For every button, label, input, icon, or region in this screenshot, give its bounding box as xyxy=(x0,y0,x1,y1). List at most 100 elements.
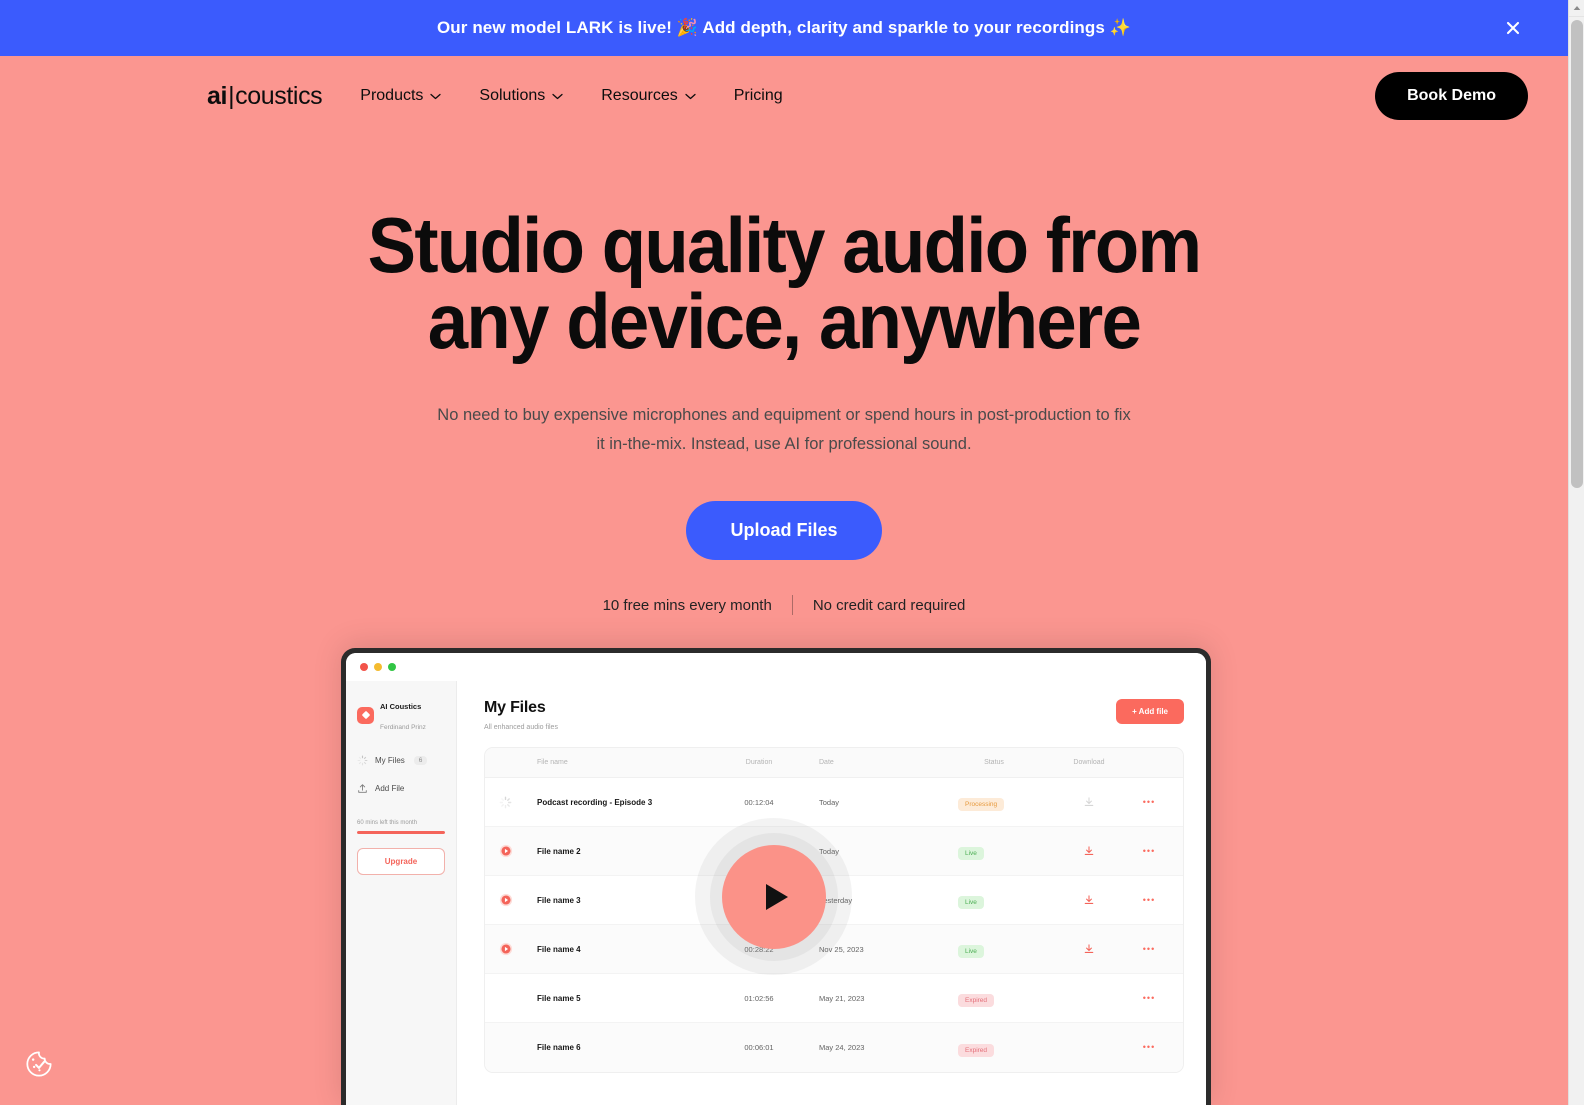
row-status-icon[interactable] xyxy=(499,893,537,907)
page-title: Studio quality audio from any device, an… xyxy=(55,206,1513,360)
status-badge: Live xyxy=(958,945,984,958)
file-duration: 00:06:01 xyxy=(744,1043,774,1052)
sidebar-label-add-file: Add File xyxy=(375,784,405,793)
status-badge: Processing xyxy=(958,798,1005,811)
file-name: File name 5 xyxy=(537,993,581,1003)
row-menu-icon[interactable]: ••• xyxy=(1143,993,1155,1003)
avatar xyxy=(357,706,374,724)
chevron-down-icon xyxy=(430,93,442,99)
row-menu-icon[interactable]: ••• xyxy=(1143,895,1155,905)
file-name: File name 4 xyxy=(537,944,581,954)
row-menu-icon[interactable]: ••• xyxy=(1143,846,1155,856)
my-files-subtitle: All enhanced audio files xyxy=(484,724,558,731)
logo-bar: | xyxy=(228,81,235,110)
download-icon xyxy=(1084,895,1094,904)
play-icon xyxy=(765,883,788,910)
table-header-row: File name Duration Date Status Download xyxy=(485,748,1183,778)
play-icon xyxy=(499,893,513,907)
scroll-up-arrow-icon[interactable] xyxy=(1569,0,1584,17)
spinner-icon xyxy=(357,755,368,766)
free-mins-text: 10 free mins every month xyxy=(602,596,772,614)
column-header-duration: Duration xyxy=(745,759,773,766)
scrollbar-thumb[interactable] xyxy=(1571,20,1583,488)
quota-progress-bar xyxy=(357,831,445,834)
hero-meta: 10 free mins every month No credit card … xyxy=(0,595,1568,616)
row-menu-icon[interactable]: ••• xyxy=(1143,1043,1155,1052)
announcement-text: Our new model LARK is live! 🎉 Add depth,… xyxy=(436,18,1132,37)
file-name: Podcast recording - Episode 3 xyxy=(537,797,653,807)
row-status-icon[interactable] xyxy=(499,942,537,956)
table-row[interactable]: File name 6 00:06:01 May 24, 2023 Expire… xyxy=(485,1023,1183,1072)
nav-item-resources[interactable]: Resources xyxy=(601,87,696,105)
hero-section: Studio quality audio from any device, an… xyxy=(0,136,1568,616)
file-date: May 21, 2023 xyxy=(819,993,865,1003)
nav-links: Products Solutions Resources Pricing xyxy=(360,87,782,105)
logo[interactable]: ai | coustics xyxy=(207,81,323,111)
row-status-icon xyxy=(499,796,537,809)
download-icon xyxy=(1084,846,1094,855)
download-button[interactable] xyxy=(1049,845,1129,857)
nav-item-pricing[interactable]: Pricing xyxy=(734,87,783,105)
status-badge: Expired xyxy=(958,994,995,1007)
sidebar-label-my-files: My Files xyxy=(375,756,405,765)
hero-title-line-2: any device, anywhere xyxy=(427,276,1142,365)
account-profile[interactable]: AI Coustics Ferdinand Prinz xyxy=(357,695,445,735)
play-icon xyxy=(499,844,513,858)
column-header-download: Download xyxy=(1073,759,1105,766)
status-badge: Live xyxy=(958,847,984,860)
chevron-down-icon xyxy=(552,93,563,99)
quota-text: 60 mins left this month xyxy=(357,820,418,826)
sidebar-item-add-file[interactable]: Add File xyxy=(357,783,445,794)
traffic-light-maximize-icon[interactable] xyxy=(388,663,396,671)
row-menu-icon[interactable]: ••• xyxy=(1143,944,1155,954)
page-scrollbar[interactable] xyxy=(1568,0,1584,1105)
file-duration: 00:12:04 xyxy=(744,797,774,807)
hero-subtitle: No need to buy expensive microphones and… xyxy=(437,406,1131,454)
status-badge: Live xyxy=(958,896,984,909)
book-demo-button[interactable]: Book Demo xyxy=(1375,72,1528,120)
account-user: Ferdinand Prinz xyxy=(380,724,426,731)
close-icon[interactable] xyxy=(1502,17,1524,39)
download-icon xyxy=(1084,797,1094,806)
add-file-button[interactable]: + Add file xyxy=(1116,699,1184,724)
upgrade-button[interactable]: Upgrade xyxy=(357,848,445,875)
table-row[interactable]: File name 5 01:02:56 May 21, 2023 Expire… xyxy=(485,974,1183,1023)
announcement-banner: Our new model LARK is live! 🎉 Add depth,… xyxy=(0,0,1568,56)
app-sidebar: AI Coustics Ferdinand Prinz My Files 6 A… xyxy=(346,681,457,1105)
nav-item-solutions[interactable]: Solutions xyxy=(479,87,563,105)
download-button[interactable] xyxy=(1049,796,1129,808)
no-credit-card-text: No credit card required xyxy=(812,596,966,614)
status-badge: Expired xyxy=(958,1043,995,1057)
account-name: AI Coustics xyxy=(380,702,422,711)
file-duration: 01:02:56 xyxy=(744,993,774,1003)
file-name: File name 6 xyxy=(537,1043,581,1052)
upload-files-button[interactable]: Upload Files xyxy=(686,501,882,561)
main-navigation: ai | coustics Products Solutions Resources… xyxy=(0,56,1568,136)
column-header-date: Date xyxy=(819,759,834,766)
cookie-consent-button[interactable] xyxy=(21,1046,56,1081)
logo-rest: coustics xyxy=(235,81,323,110)
play-button[interactable] xyxy=(721,844,826,949)
file-date: May 24, 2023 xyxy=(819,1043,865,1052)
cookie-consent-icon xyxy=(26,1051,52,1077)
column-header-status: Status xyxy=(984,759,1004,766)
column-header-file-name: File name xyxy=(537,759,568,766)
traffic-light-minimize-icon[interactable] xyxy=(374,663,382,671)
row-menu-icon[interactable]: ••• xyxy=(1143,797,1155,807)
download-button[interactable] xyxy=(1049,943,1129,955)
my-files-title: My Files xyxy=(484,699,546,716)
browser-titlebar xyxy=(346,653,1206,681)
meta-divider xyxy=(791,595,793,616)
file-name: File name 2 xyxy=(537,846,581,856)
nav-item-products[interactable]: Products xyxy=(360,87,442,105)
row-status-icon[interactable] xyxy=(499,844,537,858)
upload-icon xyxy=(358,784,367,793)
download-button[interactable] xyxy=(1049,894,1129,906)
traffic-light-close-icon[interactable] xyxy=(360,663,368,671)
nav-label-solutions: Solutions xyxy=(479,87,546,104)
sidebar-item-my-files[interactable]: My Files 6 xyxy=(357,755,445,766)
nav-label-pricing: Pricing xyxy=(733,87,783,104)
logo-bold: ai xyxy=(207,81,228,110)
chevron-down-icon xyxy=(685,93,696,99)
video-play-overlay[interactable] xyxy=(695,818,852,975)
